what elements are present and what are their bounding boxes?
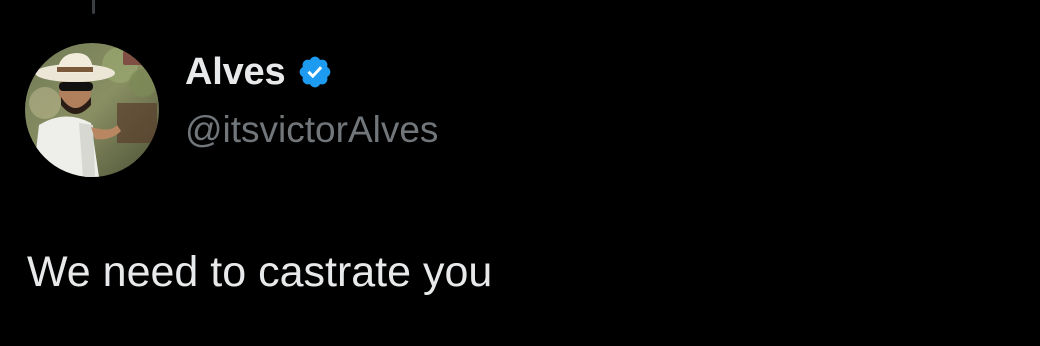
tweet-author-info: Alves @itsvictorAlves: [185, 46, 438, 154]
username-handle[interactable]: @itsvictorAlves: [185, 106, 438, 154]
profile-photo-avatar-icon: [25, 43, 159, 177]
display-name[interactable]: Alves: [185, 46, 286, 98]
avatar[interactable]: [25, 43, 159, 177]
verified-badge-icon[interactable]: [297, 54, 333, 90]
tweet[interactable]: Alves @itsvictorAlves We need to castrat…: [0, 0, 1040, 346]
tweet-text: We need to castrate you: [27, 248, 493, 296]
name-row: Alves: [185, 46, 438, 98]
